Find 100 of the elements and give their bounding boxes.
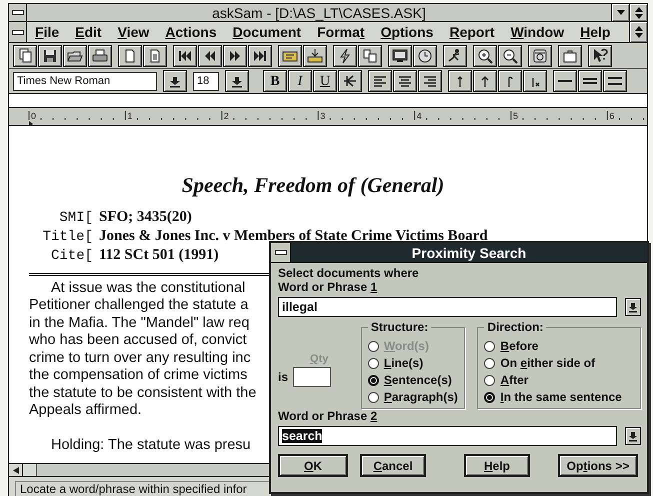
restore-button[interactable]: [629, 4, 647, 21]
text-line: At issue was the constitutional: [50, 280, 246, 297]
size-field[interactable]: 18: [193, 72, 219, 90]
copy-icon[interactable]: [17, 48, 33, 64]
menu-item[interactable]: File: [27, 22, 68, 42]
radio-button[interactable]: Paragraph(s): [368, 389, 458, 406]
radio-indicator[interactable]: [484, 358, 496, 369]
dialog-button[interactable]: OK: [278, 454, 348, 477]
field-value: 112 SCt 501 (1991): [99, 246, 219, 264]
radio-button[interactable]: Sentence(s): [368, 372, 458, 389]
window-title: askSam - [D:\AS_LT\CASES.ASK]: [211, 4, 427, 21]
field-label: Word or Phrase 2: [278, 409, 378, 423]
ruler-number: 3: [320, 110, 326, 121]
lightning-icon[interactable]: [337, 48, 353, 64]
radio-indicator[interactable]: [484, 375, 496, 386]
menu-item[interactable]: Actions: [157, 22, 225, 42]
radio-indicator[interactable]: [484, 341, 496, 352]
radio-indicator[interactable]: [368, 375, 379, 386]
radio-button[interactable]: In the same sentence: [484, 389, 634, 406]
tray-icon[interactable]: [307, 48, 323, 64]
radio-button[interactable]: After: [484, 372, 634, 389]
text-line: who has been accused of, convict: [29, 332, 247, 350]
zoom-in-icon[interactable]: [477, 48, 493, 64]
line-style-icon[interactable]: [607, 74, 623, 88]
dialog-title: Proximity Search: [410, 244, 528, 262]
menu-item[interactable]: Document: [224, 22, 310, 42]
text-line: Petitioner challenged the statute a: [29, 297, 248, 314]
ruler-number: 0: [31, 110, 36, 121]
field-label: Cite[: [50, 246, 94, 266]
left-arrow-icon: [12, 466, 18, 474]
dialog-button[interactable]: Help: [464, 454, 530, 477]
down-arrow-icon: [628, 302, 638, 312]
qty-label: Qty: [309, 352, 330, 367]
radio-button[interactable]: Before: [484, 338, 634, 355]
printer-icon[interactable]: [92, 48, 108, 64]
italic-button[interactable]: I: [288, 70, 312, 92]
underline-button[interactable]: U: [313, 70, 337, 92]
field-value: SFO; 3435(20): [99, 208, 192, 226]
system-menu-icon[interactable]: [274, 250, 286, 255]
radio-indicator[interactable]: [368, 392, 379, 403]
dialog-button[interactable]: Cancel: [360, 454, 426, 477]
text-line: Holding: The statute was presu: [50, 436, 251, 454]
menu-item[interactable]: Edit: [67, 22, 110, 42]
dropdown-button[interactable]: [625, 298, 641, 316]
radio-button[interactable]: On either side of: [484, 355, 634, 372]
menu-item[interactable]: Options: [372, 22, 442, 42]
monitor-icon[interactable]: [392, 48, 408, 64]
dropdown-button[interactable]: [225, 70, 249, 92]
up-down-arrows-icon: [634, 6, 642, 18]
dialog-label: Select documents where: [278, 266, 420, 280]
document-menu-icon[interactable]: [12, 30, 24, 34]
radio-button[interactable]: Line(s): [368, 355, 458, 372]
indent-marker-icon[interactable]: [29, 120, 33, 127]
down-arrow-icon: [231, 74, 243, 88]
field-value: Jones & Jones Inc. v Members of State Crime Victims Board: [99, 226, 488, 246]
dialog-button[interactable]: Options >>: [558, 454, 638, 477]
font-field[interactable]: Times New Roman: [13, 72, 157, 90]
text-line: the statute to be consistent with the: [29, 384, 256, 402]
triangle-down-icon: [616, 10, 624, 15]
radio-indicator[interactable]: [484, 392, 496, 403]
strikethrough-icon[interactable]: [343, 74, 357, 88]
menu-item[interactable]: Report: [441, 22, 503, 42]
qty-field[interactable]: [293, 367, 332, 388]
minimize-button[interactable]: [611, 4, 629, 21]
document-heading: Speech, Freedom of (General): [180, 172, 446, 199]
ruler-number: 5: [513, 110, 518, 121]
menu-item[interactable]: View: [110, 22, 158, 42]
radio-indicator[interactable]: [368, 358, 379, 369]
field-label: Word or Phrase 1: [278, 280, 378, 294]
phrase-field[interactable]: search: [278, 426, 617, 446]
menu-item[interactable]: Help: [572, 22, 618, 42]
dropdown-button[interactable]: [625, 427, 641, 445]
zoom-out-icon[interactable]: [502, 48, 518, 64]
menu-item[interactable]: Format: [309, 22, 373, 42]
dropdown-button[interactable]: [163, 70, 187, 92]
text-line: the compensation of crime victims: [29, 367, 248, 384]
text-line: Appeals affirmed.: [29, 402, 142, 420]
align-left-icon[interactable]: [372, 74, 388, 88]
group-title: Structure:: [368, 320, 432, 334]
ruler-number: 1: [127, 110, 132, 121]
scroll-left-button[interactable]: [9, 464, 23, 476]
text-line: crime to turn over any resulting inc: [29, 350, 251, 367]
up-down-arrows-icon: [634, 26, 642, 38]
phrase-field[interactable]: illegal: [278, 297, 617, 317]
qty-prefix: is: [278, 369, 288, 386]
bold-button[interactable]: B: [263, 70, 287, 92]
pages-icon[interactable]: [362, 48, 378, 64]
system-menu-icon[interactable]: [12, 10, 24, 15]
group-title: Direction:: [484, 320, 546, 334]
align-right-icon[interactable]: [422, 74, 438, 88]
scroll-thumb[interactable]: [23, 464, 37, 476]
briefcase-icon[interactable]: [562, 48, 578, 64]
menu-item[interactable]: Window: [502, 22, 572, 42]
align-center-icon[interactable]: [397, 74, 413, 88]
text-line: in the Mafia. The "Mandel" law req: [29, 314, 250, 332]
clock-icon[interactable]: [417, 48, 433, 64]
down-arrow-icon: [169, 74, 181, 88]
help-pointer-icon[interactable]: [592, 48, 608, 64]
field-label: SMI[: [58, 208, 94, 228]
restore-button[interactable]: [629, 22, 647, 42]
